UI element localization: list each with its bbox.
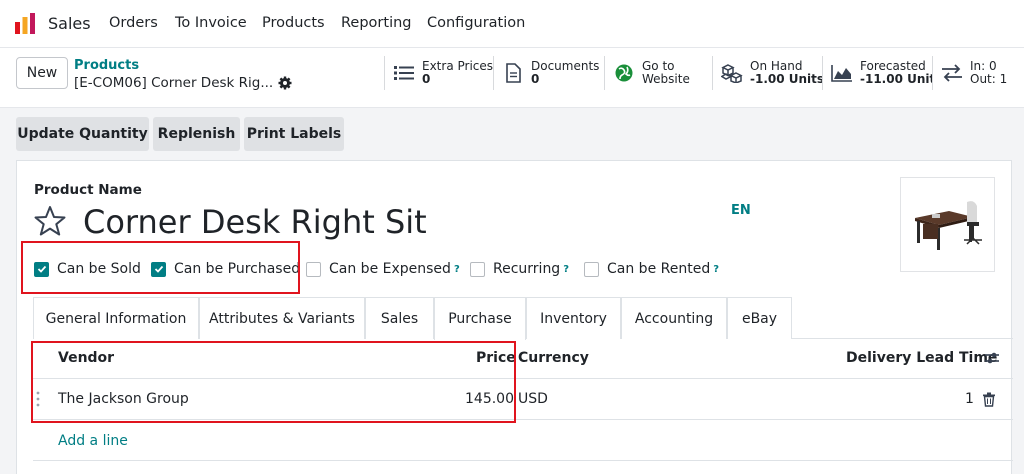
documents-value: 0 <box>531 72 540 86</box>
extra-prices-value: 0 <box>422 72 431 86</box>
highlight-box-checkboxes <box>21 241 300 294</box>
smart-button-documents[interactable]: Documents 0 <box>493 56 604 90</box>
website-label: Website <box>642 72 690 86</box>
sales-app-icon[interactable] <box>14 13 36 35</box>
exchange-icon <box>942 64 962 82</box>
smart-button-on-hand[interactable]: On Hand -1.00 Units <box>712 56 825 90</box>
menu-orders[interactable]: Orders <box>109 15 158 31</box>
currency-cell[interactable]: USD <box>518 391 548 407</box>
breadcrumb-products[interactable]: Products <box>74 58 139 73</box>
replenish-button[interactable]: Replenish <box>153 117 240 151</box>
help-tooltip-icon[interactable]: ? <box>454 264 460 275</box>
recurring-label[interactable]: Recurring <box>493 261 560 277</box>
column-header-currency[interactable]: Currency <box>518 350 589 366</box>
smart-button-forecasted[interactable]: Forecasted -11.00 Units <box>822 56 942 90</box>
tab-sales[interactable]: Sales <box>365 297 434 339</box>
menu-configuration[interactable]: Configuration <box>427 15 525 31</box>
can-be-rented-checkbox[interactable]: Can be Rented ? <box>584 260 719 278</box>
checkbox-unchecked-icon[interactable] <box>584 261 599 277</box>
smart-button-go-to-website[interactable]: Go to Website <box>604 56 712 90</box>
trash-icon[interactable] <box>982 392 996 407</box>
recurring-checkbox[interactable]: Recurring ? <box>470 260 569 278</box>
optional-columns-icon[interactable] <box>984 350 1000 366</box>
tab-inventory[interactable]: Inventory <box>526 297 621 339</box>
app-name[interactable]: Sales <box>48 14 91 33</box>
control-panel: New Products [E-COM06] Corner Desk Rig..… <box>0 48 1024 108</box>
gear-icon[interactable] <box>278 76 292 90</box>
menu-to-invoice[interactable]: To Invoice <box>175 15 247 31</box>
can-be-expensed-checkbox[interactable]: Can be Expensed ? <box>306 260 460 278</box>
globe-icon <box>615 64 633 82</box>
cubes-icon <box>721 64 743 83</box>
list-icon <box>394 66 414 80</box>
document-icon <box>506 63 521 83</box>
help-tooltip-icon[interactable]: ? <box>563 264 569 275</box>
add-a-line-link[interactable]: Add a line <box>58 433 128 449</box>
print-labels-button[interactable]: Print Labels <box>244 117 344 151</box>
tab-purchase[interactable]: Purchase <box>434 297 526 340</box>
on-hand-value: -1.00 Units <box>750 72 825 86</box>
tab-ebay[interactable]: eBay <box>727 297 792 339</box>
tab-attributes-variants[interactable]: Attributes & Variants <box>199 297 365 339</box>
checkbox-unchecked-icon[interactable] <box>470 261 485 277</box>
lead-time-cell[interactable]: 1 <box>965 391 974 407</box>
product-name-field[interactable]: Corner Desk Right Sit <box>83 203 427 241</box>
tab-general-information[interactable]: General Information <box>33 297 199 339</box>
extra-prices-label: Extra Prices <box>422 59 494 73</box>
update-quantity-button[interactable]: Update Quantity <box>16 117 149 151</box>
smart-button-in-out[interactable]: In: 0 Out: 1 <box>932 56 1024 90</box>
checkbox-unchecked-icon[interactable] <box>306 261 321 277</box>
desk-image <box>901 178 994 271</box>
can-be-rented-label[interactable]: Can be Rented <box>607 261 710 277</box>
product-image[interactable] <box>900 177 995 272</box>
can-be-expensed-label[interactable]: Can be Expensed <box>329 261 451 277</box>
documents-label: Documents <box>531 59 600 73</box>
menu-products[interactable]: Products <box>262 15 325 31</box>
table-bottom-divider <box>33 460 1013 461</box>
help-tooltip-icon[interactable]: ? <box>713 264 719 275</box>
forecasted-value: -11.00 Units <box>860 72 943 86</box>
smart-button-extra-prices[interactable]: Extra Prices 0 <box>384 56 493 90</box>
tab-accounting[interactable]: Accounting <box>621 297 727 339</box>
language-button[interactable]: EN <box>731 203 751 218</box>
star-icon[interactable] <box>34 205 66 237</box>
breadcrumb-current-record: [E-COM06] Corner Desk Rig... <box>74 75 274 91</box>
top-navbar: Sales Orders To Invoice Products Reporti… <box>0 0 1024 48</box>
notebook-tabs: General Information Attributes & Variant… <box>33 297 1013 340</box>
area-chart-icon <box>831 65 852 82</box>
form-sheet: Product Name Corner Desk Right Sit EN Ca… <box>16 160 1013 474</box>
out-count: Out: 1 <box>970 72 1008 86</box>
menu-reporting[interactable]: Reporting <box>341 15 412 31</box>
highlight-box-vendor-price <box>31 341 516 423</box>
product-name-label: Product Name <box>34 182 142 198</box>
column-header-delivery-lead-time[interactable]: Delivery Lead Time <box>846 350 997 366</box>
new-button[interactable]: New <box>16 57 68 89</box>
